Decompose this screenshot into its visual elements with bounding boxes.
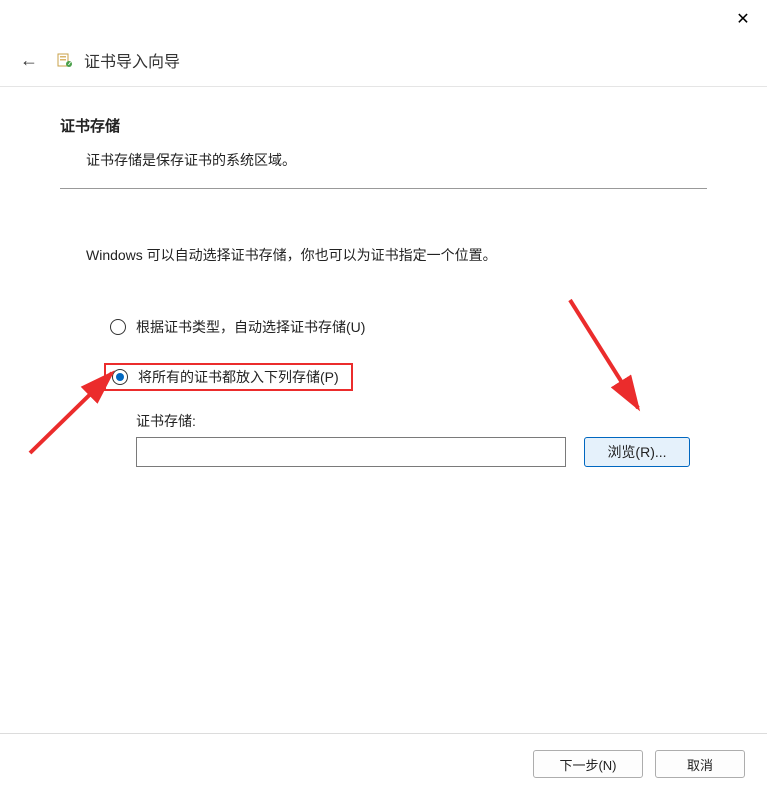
wizard-title: 证书导入向导 xyxy=(84,48,180,72)
content-area: 证书存储 证书存储是保存证书的系统区域。 Windows 可以自动选择证书存储，… xyxy=(0,87,767,467)
radio-icon xyxy=(110,319,126,335)
radio-auto-select[interactable]: 根据证书类型，自动选择证书存储(U) xyxy=(110,313,707,341)
instruction-text: Windows 可以自动选择证书存储，你也可以为证书指定一个位置。 xyxy=(60,245,707,265)
radio-manual-select[interactable]: 将所有的证书都放入下列存储(P) xyxy=(104,363,353,391)
cancel-button[interactable]: 取消 xyxy=(655,750,745,778)
wizard-icon xyxy=(56,51,74,69)
store-radio-group: 根据证书类型，自动选择证书存储(U) 将所有的证书都放入下列存储(P) xyxy=(60,313,707,407)
radio-icon xyxy=(112,369,128,385)
section-heading: 证书存储 xyxy=(60,115,707,136)
radio-auto-label: 根据证书类型，自动选择证书存储(U) xyxy=(136,317,365,337)
radio-manual-label: 将所有的证书都放入下列存储(P) xyxy=(138,367,339,387)
store-input[interactable] xyxy=(136,437,566,467)
close-button[interactable]: ✕ xyxy=(729,10,757,30)
browse-button[interactable]: 浏览(R)... xyxy=(584,437,690,467)
bottom-bar: 下一步(N) 取消 xyxy=(0,733,767,794)
section-description: 证书存储是保存证书的系统区域。 xyxy=(60,150,707,170)
store-label: 证书存储: xyxy=(136,411,566,431)
divider xyxy=(60,188,707,189)
back-arrow-icon[interactable]: ← xyxy=(20,50,40,71)
close-icon: ✕ xyxy=(736,12,749,28)
next-button[interactable]: 下一步(N) xyxy=(533,750,643,778)
wizard-header: ← 证书导入向导 xyxy=(0,38,767,87)
store-block: 证书存储: 浏览(R)... xyxy=(60,411,707,467)
